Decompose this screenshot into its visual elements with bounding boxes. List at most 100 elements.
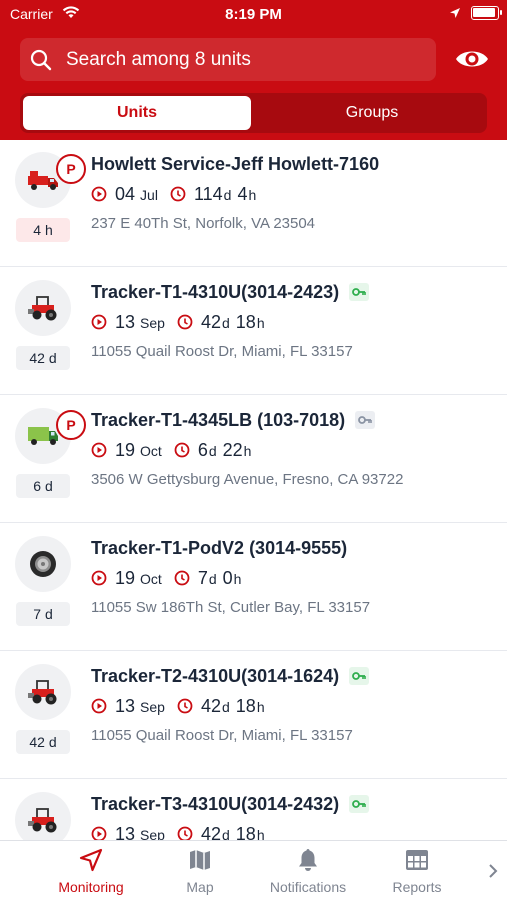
clock-icon — [174, 570, 190, 586]
play-circle-icon — [91, 314, 107, 330]
unit-address: 3506 W Gettysburg Avenue, Fresno, CA 937… — [91, 471, 404, 488]
duration-hours: 4 — [237, 184, 248, 204]
clock: 8:19 PM — [225, 6, 282, 23]
tab-monitoring[interactable]: Monitoring — [48, 847, 134, 895]
location-arrow-icon — [449, 6, 461, 22]
last-message-age: 6 d — [16, 474, 70, 498]
unit-avatar — [15, 536, 71, 592]
date-month: Sep — [140, 827, 165, 840]
chevron-right-icon[interactable] — [488, 863, 498, 884]
date-month: Jul — [140, 187, 158, 203]
segment-units[interactable]: Units — [23, 96, 251, 130]
search-bar[interactable] — [20, 38, 436, 81]
duration-days: 7 — [197, 568, 208, 588]
play-circle-icon — [91, 698, 107, 714]
date-day: 13 — [115, 312, 136, 332]
app-header: Carrier 8:19 PM Units Groups — [0, 0, 507, 140]
duration-hours-unit: h — [256, 699, 265, 715]
duration-hours-unit: h — [256, 827, 265, 840]
battery-icon — [471, 6, 502, 20]
unit-meta: 19 Oct 7 d 0 h — [91, 568, 241, 590]
duration-days: 42 — [200, 824, 221, 840]
unit-meta: 19 Oct 6 d 22 h — [91, 440, 251, 462]
unit-avatar — [15, 280, 71, 336]
date-month: Sep — [140, 315, 165, 331]
duration-days-unit: d — [208, 571, 217, 587]
tab-bar: Monitoring Map Notifications Reports — [0, 840, 507, 900]
unit-address: 237 E 40Th St, Norfolk, VA 23504 — [91, 215, 316, 232]
tab-label: Notifications — [269, 879, 347, 895]
unit-name: Tracker-T2-4310U(3014-1624) — [91, 665, 340, 686]
play-circle-icon — [91, 826, 107, 840]
unit-row[interactable]: P 6 d Tracker-T1-4345LB (103-7018) 19 Oct 6 d 2… — [0, 395, 507, 523]
clock-icon — [177, 826, 193, 840]
clock-icon — [170, 186, 186, 202]
unit-meta: 13 Sep 42 d 18 h — [91, 824, 265, 840]
unit-avatar — [15, 792, 71, 840]
unit-name: Tracker-T3-4310U(3014-2432) — [91, 793, 340, 814]
tab-label: Map — [186, 879, 214, 895]
date-month: Sep — [140, 699, 165, 715]
date-month: Oct — [140, 571, 162, 587]
duration-days: 114 — [193, 184, 223, 204]
play-circle-icon — [91, 570, 107, 586]
unit-name: Howlett Service-Jeff Howlett-7160 — [91, 153, 380, 174]
date-day: 13 — [115, 696, 136, 716]
search-icon — [30, 49, 52, 76]
unit-avatar — [15, 664, 71, 720]
navigation-arrow-icon — [48, 847, 134, 873]
unit-name: Tracker-T1-4310U(3014-2423) — [91, 281, 340, 302]
date-day: 04 — [115, 184, 136, 204]
last-message-age: 4 h — [16, 218, 70, 242]
parked-badge: P — [56, 410, 86, 440]
units-groups-segmented-control: Units Groups — [20, 93, 487, 133]
tab-label: Monitoring — [58, 879, 124, 895]
unit-meta: 04 Jul 114 d 4 h — [91, 184, 256, 206]
duration-days-unit: d — [221, 827, 230, 840]
date-day: 13 — [115, 824, 136, 840]
tab-map[interactable]: Map — [170, 847, 230, 895]
clock-icon — [177, 698, 193, 714]
clock-icon — [177, 314, 193, 330]
key-icon — [349, 795, 370, 813]
unit-address: 11055 Quail Roost Dr, Miami, FL 33157 — [91, 727, 353, 744]
tab-reports[interactable]: Reports — [384, 847, 450, 895]
tab-notifications[interactable]: Notifications — [258, 847, 358, 895]
segment-groups[interactable]: Groups — [260, 96, 484, 130]
unit-row[interactable]: 42 d Tracker-T2-4310U(3014-1624) 13 Sep 42 d 1… — [0, 651, 507, 779]
status-bar: Carrier 8:19 PM — [0, 0, 507, 30]
unit-row[interactable]: 42 d Tracker-T1-4310U(3014-2423) 13 Sep 42 d 1… — [0, 267, 507, 395]
duration-hours-unit: h — [243, 443, 252, 459]
duration-hours: 0 — [222, 568, 233, 588]
duration-days-unit: d — [208, 443, 217, 459]
parked-badge: P — [56, 154, 86, 184]
date-day: 19 — [115, 440, 136, 460]
duration-hours-unit: h — [233, 571, 242, 587]
key-icon — [349, 667, 370, 685]
map-icon — [170, 847, 230, 873]
duration-hours: 18 — [235, 312, 256, 332]
last-message-age: 7 d — [16, 602, 70, 626]
clock-icon — [174, 442, 190, 458]
key-icon — [349, 283, 370, 301]
unit-meta: 13 Sep 42 d 18 h — [91, 696, 265, 718]
duration-days-unit: d — [223, 187, 232, 203]
last-message-age: 42 d — [16, 730, 70, 754]
unit-row[interactable]: Tracker-T3-4310U(3014-2432) 13 Sep 42 d 18 h — [0, 779, 507, 840]
duration-hours: 18 — [235, 696, 256, 716]
bell-icon — [258, 847, 358, 873]
duration-hours: 22 — [222, 440, 243, 460]
unit-row[interactable]: 7 d Tracker-T1-PodV2 (3014-9555) 19 Oct 7 d 0 h… — [0, 523, 507, 651]
unit-name: Tracker-T1-PodV2 (3014-9555) — [91, 537, 348, 558]
duration-days: 42 — [200, 312, 221, 332]
duration-days: 42 — [200, 696, 221, 716]
duration-days-unit: d — [221, 315, 230, 331]
search-input[interactable] — [66, 38, 426, 81]
eye-icon[interactable] — [454, 44, 490, 74]
duration-days-unit: d — [221, 699, 230, 715]
duration-hours: 18 — [235, 824, 256, 840]
last-message-age: 42 d — [16, 346, 70, 370]
duration-hours-unit: h — [248, 187, 257, 203]
units-list: P4 h Howlett Service-Jeff Howlett-7160 04 J… — [0, 140, 507, 840]
unit-row[interactable]: P 4 h Howlett Service-Jeff Howlett-7160 04 J… — [0, 140, 507, 267]
